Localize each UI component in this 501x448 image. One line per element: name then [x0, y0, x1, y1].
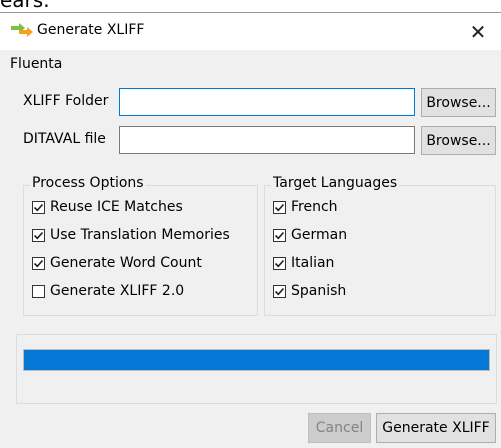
- checkbox-label: Generate XLIFF 2.0: [50, 283, 185, 299]
- generate-xliff-dialog: Generate XLIFF ✕ Fluenta XLIFF Folder Br…: [0, 12, 501, 448]
- progress-bar-fill: [24, 350, 489, 370]
- progress-bar: [23, 349, 490, 371]
- checkbox-spanish[interactable]: Spanish: [273, 283, 346, 299]
- checkbox-label: French: [291, 199, 338, 215]
- brand-label: Fluenta: [10, 56, 63, 72]
- checkbox-label: Use Translation Memories: [50, 227, 230, 243]
- checkmark-icon: [274, 287, 285, 295]
- checkbox-reuse-ice-matches[interactable]: Reuse ICE Matches: [32, 199, 183, 215]
- checkbox-german[interactable]: German: [273, 227, 347, 243]
- target-languages-group: Target Languages French German Italian S…: [264, 175, 496, 316]
- checkbox-italian[interactable]: Italian: [273, 255, 334, 271]
- checkbox-icon: [273, 228, 286, 242]
- checkbox-icon: [32, 284, 45, 298]
- ditaval-file-label: DITAVAL file: [23, 131, 106, 147]
- app-icon: [10, 22, 34, 38]
- close-button[interactable]: ✕: [455, 13, 501, 50]
- checkmark-icon: [33, 231, 44, 239]
- process-options-group: Process Options Reuse ICE Matches Use Tr…: [23, 175, 258, 316]
- ditaval-file-input[interactable]: [119, 126, 415, 154]
- checkbox-label: Generate Word Count: [50, 255, 202, 271]
- ditaval-file-browse-button[interactable]: Browse...: [421, 126, 496, 155]
- checkbox-generate-xliff-2[interactable]: Generate XLIFF 2.0: [32, 283, 184, 299]
- checkmark-icon: [274, 203, 285, 211]
- checkbox-label: Reuse ICE Matches: [50, 199, 183, 215]
- progress-panel: [16, 334, 497, 404]
- xliff-folder-browse-button[interactable]: Browse...: [421, 88, 496, 117]
- checkbox-use-translation-memories[interactable]: Use Translation Memories: [32, 227, 230, 243]
- checkmark-icon: [274, 259, 285, 267]
- close-icon: ✕: [469, 19, 487, 44]
- xliff-folder-input[interactable]: [119, 88, 415, 116]
- checkbox-generate-word-count[interactable]: Generate Word Count: [32, 255, 202, 271]
- checkbox-icon: [32, 228, 45, 242]
- checkbox-label: Italian: [291, 255, 335, 271]
- background-cropped-text: ears.: [0, 0, 50, 12]
- process-options-title: Process Options: [30, 175, 146, 191]
- checkmark-icon: [33, 259, 44, 267]
- checkbox-icon: [32, 200, 45, 214]
- checkbox-label: Spanish: [291, 283, 347, 299]
- generate-xliff-button[interactable]: Generate XLIFF: [376, 413, 496, 443]
- checkbox-icon: [273, 284, 286, 298]
- target-languages-title: Target Languages: [271, 175, 400, 191]
- window-title: Generate XLIFF: [37, 22, 145, 38]
- checkbox-icon: [32, 256, 45, 270]
- xliff-folder-label: XLIFF Folder: [23, 93, 109, 109]
- checkbox-icon: [273, 200, 286, 214]
- checkbox-label: German: [291, 227, 348, 243]
- cancel-button[interactable]: Cancel: [308, 413, 371, 443]
- checkmark-icon: [33, 203, 44, 211]
- checkbox-french[interactable]: French: [273, 199, 338, 215]
- title-bar: Generate XLIFF ✕: [0, 12, 501, 50]
- checkmark-icon: [274, 231, 285, 239]
- checkbox-icon: [273, 256, 286, 270]
